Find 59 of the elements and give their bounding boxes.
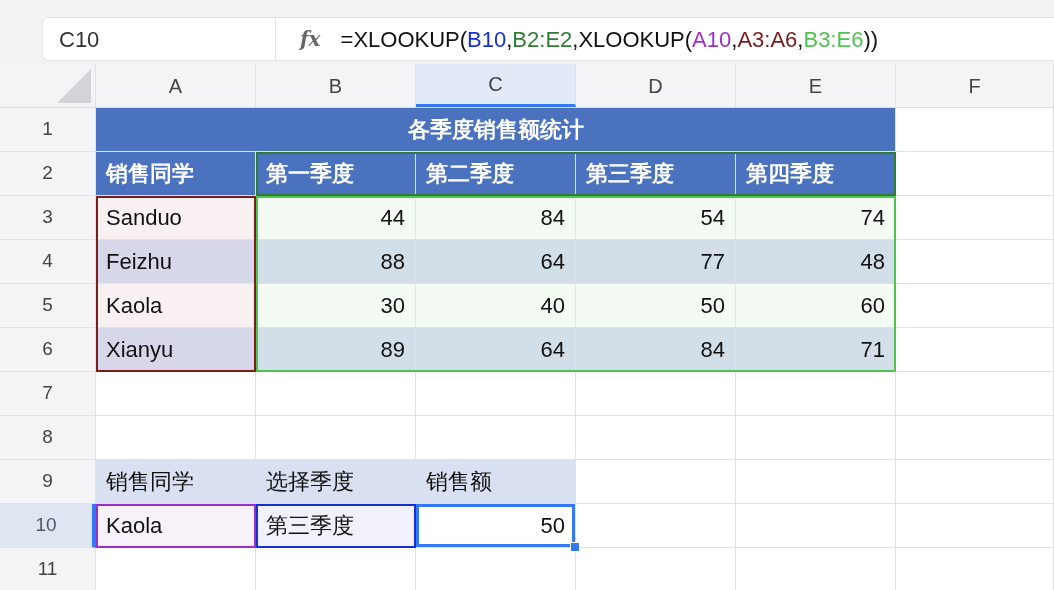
table-cell[interactable]: 60 <box>736 284 896 328</box>
table-cell[interactable]: 84 <box>416 196 576 240</box>
empty-cell[interactable] <box>576 416 736 460</box>
table-cell[interactable]: 44 <box>256 196 416 240</box>
table-cell[interactable]: 88 <box>256 240 416 284</box>
table-cell[interactable]: Kaola <box>96 284 256 328</box>
table-cell[interactable]: 74 <box>736 196 896 240</box>
fill-handle[interactable] <box>570 542 580 552</box>
empty-cell[interactable] <box>736 460 896 504</box>
table-cell[interactable]: 30 <box>256 284 416 328</box>
table-cell[interactable]: 销售额 <box>416 460 576 504</box>
row-header[interactable]: 7 <box>0 372 96 416</box>
row-header[interactable]: 4 <box>0 240 96 284</box>
empty-cell[interactable] <box>576 372 736 416</box>
empty-cell[interactable] <box>896 372 1054 416</box>
column-header[interactable]: D <box>576 64 736 107</box>
table-cell[interactable]: Sanduo <box>96 196 256 240</box>
table-cell[interactable]: 54 <box>576 196 736 240</box>
table-cell[interactable]: 各季度销售额统计 <box>96 108 896 152</box>
table-cell[interactable]: 第四季度 <box>736 152 896 196</box>
table-cell[interactable]: 销售同学 <box>96 460 256 504</box>
select-all-icon[interactable] <box>57 69 91 103</box>
table-cell[interactable]: 50 <box>576 284 736 328</box>
column-header[interactable]: E <box>736 64 896 107</box>
row-header[interactable]: 10 <box>0 504 96 548</box>
column-header[interactable]: C <box>416 64 576 107</box>
row-header[interactable]: 1 <box>0 108 96 152</box>
table-cell[interactable]: 销售同学 <box>96 152 256 196</box>
table-cell[interactable]: 第一季度 <box>256 152 416 196</box>
table-cell[interactable]: 第二季度 <box>416 152 576 196</box>
table-cell[interactable]: 64 <box>416 328 576 372</box>
table-cell[interactable]: 77 <box>576 240 736 284</box>
table-cell[interactable]: 40 <box>416 284 576 328</box>
empty-cell[interactable] <box>736 504 896 548</box>
table-cell[interactable]: 71 <box>736 328 896 372</box>
table-cell[interactable]: Feizhu <box>96 240 256 284</box>
table-cell[interactable]: 64 <box>416 240 576 284</box>
table-cell[interactable]: 89 <box>256 328 416 372</box>
row-header[interactable]: 9 <box>0 460 96 504</box>
empty-cell[interactable] <box>896 460 1054 504</box>
table-cell[interactable]: 选择季度 <box>256 460 416 504</box>
column-header[interactable]: A <box>96 64 256 107</box>
empty-cell[interactable] <box>896 416 1054 460</box>
table-cell[interactable]: 第三季度 <box>576 152 736 196</box>
row-header[interactable]: 8 <box>0 416 96 460</box>
empty-cell[interactable] <box>896 504 1054 548</box>
row-header[interactable]: 2 <box>0 152 96 196</box>
row-header[interactable]: 11 <box>0 548 96 590</box>
empty-cell[interactable] <box>416 372 576 416</box>
table-cell[interactable]: Xianyu <box>96 328 256 372</box>
empty-cell[interactable] <box>736 372 896 416</box>
row-header[interactable]: 6 <box>0 328 96 372</box>
table-cell[interactable]: 48 <box>736 240 896 284</box>
row-header[interactable]: 5 <box>0 284 96 328</box>
row-header[interactable]: 3 <box>0 196 96 240</box>
column-header[interactable]: F <box>896 64 1054 107</box>
empty-cell[interactable] <box>256 372 416 416</box>
empty-cell[interactable] <box>736 416 896 460</box>
table-cell[interactable]: 84 <box>576 328 736 372</box>
